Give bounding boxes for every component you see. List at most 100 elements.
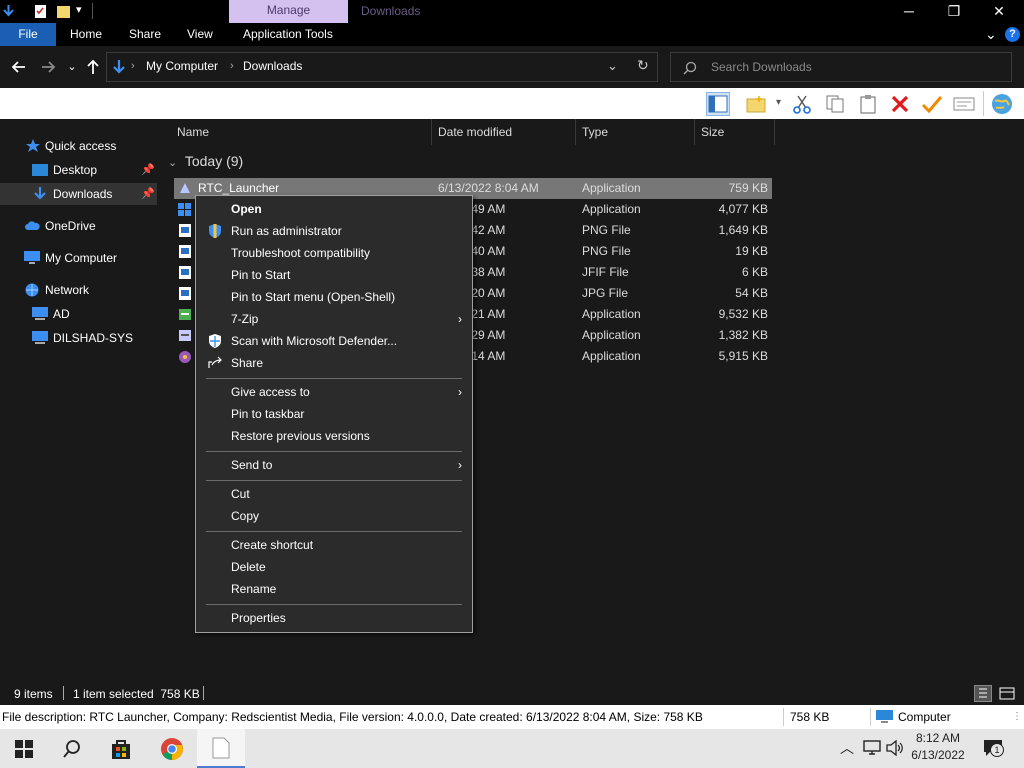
menu-item-pin-to-start[interactable]: Pin to Start [198,264,470,286]
nav-item-desktop[interactable]: Desktop 📌 [0,159,157,181]
menu-item-label: Pin to Start menu (Open-Shell) [231,290,396,304]
minimize-button[interactable]: ─ [886,0,932,23]
column-header-type[interactable]: Type [576,119,695,145]
title-bar: ▾ Manage Downloads ─ ❐ ✕ [0,0,1024,23]
menu-item-create-shortcut[interactable]: Create shortcut [198,534,470,556]
clock[interactable]: 8:12 AM 6/13/2022 [905,731,971,762]
download-arrow-icon [34,187,46,200]
forward-arrow-icon[interactable] [39,56,57,78]
action-center-button[interactable]: 1 [983,739,1005,759]
volume-icon[interactable] [886,740,904,756]
menu-separator [206,604,462,605]
navigation-pane-icon[interactable] [706,92,730,116]
rename-check-icon[interactable] [920,92,944,116]
menu-item-troubleshoot-compatibility[interactable]: Troubleshoot compatibility [198,242,470,264]
context-menu: Open Run as administrator Troubleshoot c… [195,195,473,633]
menu-item-rename[interactable]: Rename [198,578,470,600]
menu-item-run-as-administrator[interactable]: Run as administrator [198,220,470,242]
help-icon[interactable]: ? [1005,27,1020,42]
file-explorer-button[interactable] [197,729,245,768]
tab-application-tools[interactable]: Application Tools [243,23,333,46]
menu-item-pin-to-taskbar[interactable]: Pin to taskbar [198,403,470,425]
back-arrow-icon[interactable] [10,56,28,78]
menu-item-properties[interactable]: Properties [198,607,470,629]
menu-item-scan-with-defender[interactable]: Scan with Microsoft Defender... [198,330,470,352]
file-size: 1,382 KB [718,328,768,342]
download-arrow-icon[interactable] [2,4,15,19]
nav-item-network[interactable]: Network [0,279,157,301]
menu-item-open[interactable]: Open [198,198,470,220]
column-header-date[interactable]: Date modified [432,119,576,145]
tab-home[interactable]: Home [70,23,102,46]
resize-grip-icon[interactable]: ⋮ [1012,711,1022,722]
refresh-icon[interactable]: ↻ [637,57,649,74]
file-size: 9,532 KB [718,307,768,321]
search-icon [63,739,80,758]
menu-item-cut[interactable]: Cut [198,483,470,505]
nav-item-downloads[interactable]: Downloads 📌 [0,183,157,205]
menu-item-label: Send to [231,458,273,472]
globe-icon[interactable] [990,92,1014,116]
tab-share[interactable]: Share [129,23,161,46]
delete-icon[interactable] [888,92,912,116]
cut-icon[interactable] [790,92,814,116]
address-dropdown-icon[interactable]: ⌄ [607,58,618,74]
nav-item-dilshad-sys[interactable]: DILSHAD-SYS [0,327,157,349]
tab-view[interactable]: View [187,23,213,46]
search-input[interactable]: Search Downloads [670,52,1012,82]
installer-icon [179,309,191,320]
recent-locations-icon[interactable]: ⌄ [65,56,79,78]
new-folder-icon[interactable] [57,4,70,19]
downloads-location-icon [113,60,125,74]
column-header-name[interactable]: Name [171,119,432,145]
image-file-icon [179,266,191,279]
ribbon-expand-icon[interactable]: ⌄ [985,23,997,46]
nav-item-ad[interactable]: AD [0,303,157,325]
menu-item-label: Copy [231,509,260,523]
properties-icon[interactable] [34,4,47,19]
up-arrow-icon[interactable] [84,56,102,78]
status-bar: 9 items 1 item selected 758 KB [0,682,1024,705]
menu-item-pin-to-start-menu-open-shell[interactable]: Pin to Start menu (Open-Shell) [198,286,470,308]
menu-item-share[interactable]: Share [198,352,470,374]
menu-item-restore-previous-versions[interactable]: Restore previous versions [198,425,470,447]
new-folder-dropdown-icon[interactable]: ▾ [776,97,781,108]
nav-item-quick-access[interactable]: Quick access [0,135,157,157]
toolbar-divider [983,91,984,116]
image-file-icon [179,245,191,258]
pin-icon[interactable]: 📌 [141,159,155,181]
customize-qat-icon[interactable]: ▾ [76,3,82,16]
breadcrumb-downloads[interactable]: Downloads [243,59,302,73]
large-icons-view-icon[interactable] [998,685,1016,702]
properties-card-icon[interactable] [952,92,976,116]
maximize-button[interactable]: ❐ [931,0,977,23]
description-size: 758 KB [790,710,830,724]
menu-item-copy[interactable]: Copy [198,505,470,527]
menu-item-give-access-to[interactable]: Give access to › [198,381,470,403]
details-view-icon[interactable] [974,685,992,702]
nav-item-onedrive[interactable]: OneDrive [0,215,157,237]
store-button[interactable] [97,729,145,768]
tab-file[interactable]: File [0,23,56,46]
nav-item-my-computer[interactable]: My Computer [0,247,157,269]
menu-item-delete[interactable]: Delete [198,556,470,578]
breadcrumb-my-computer[interactable]: My Computer [146,59,218,73]
new-folder-icon[interactable] [744,92,768,116]
paste-icon[interactable] [856,92,880,116]
file-type: Application [582,349,641,363]
start-button[interactable] [0,729,48,768]
group-header[interactable]: ⌄ Today (9) [168,153,243,169]
search-button[interactable] [48,729,96,768]
address-bar[interactable]: › My Computer › Downloads ⌄ ↻ [106,52,658,82]
manage-context-tab[interactable]: Manage [229,0,348,23]
network-icon[interactable] [863,740,881,756]
chrome-button[interactable] [148,729,196,768]
copy-icon[interactable] [823,92,847,116]
column-header-size[interactable]: Size [695,119,775,145]
show-hidden-icons-icon[interactable]: ︿ [840,738,854,758]
menu-item-7-zip[interactable]: 7-Zip › [198,308,470,330]
close-button[interactable]: ✕ [976,0,1022,23]
selection-info: 1 item selected 758 KB [73,687,200,701]
menu-item-send-to[interactable]: Send to › [198,454,470,476]
pin-icon[interactable]: 📌 [141,183,155,205]
